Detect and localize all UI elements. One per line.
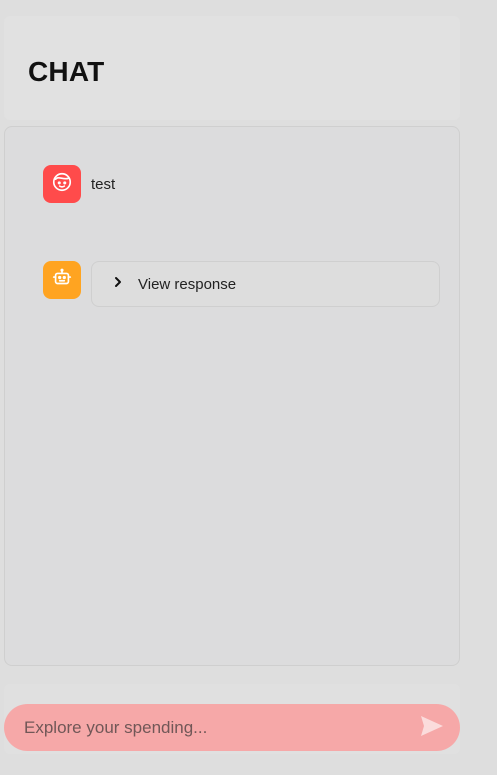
view-response-label: View response: [138, 275, 237, 293]
assistant-message: View response: [43, 261, 440, 307]
send-button[interactable]: [416, 712, 448, 744]
page-title: CHAT: [28, 56, 105, 87]
send-icon: [420, 715, 444, 740]
robot-icon: [51, 267, 73, 294]
user-message: test: [43, 165, 115, 203]
view-response-expander[interactable]: View response: [91, 261, 440, 307]
chat-input[interactable]: [24, 717, 416, 738]
face-icon: [51, 171, 73, 198]
chat-input-container: [4, 704, 460, 751]
assistant-avatar: [43, 261, 81, 299]
chat-panel: test View response: [4, 126, 460, 666]
user-avatar: [43, 165, 81, 203]
chevron-right-icon: [112, 275, 124, 293]
user-message-text: test: [91, 175, 116, 193]
